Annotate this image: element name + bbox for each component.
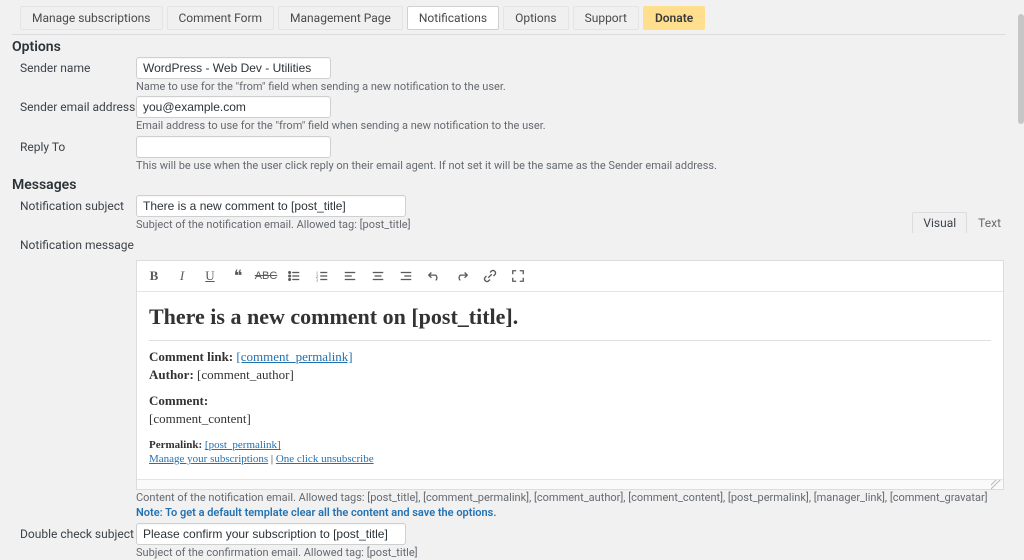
tab-management-page[interactable]: Management Page bbox=[278, 6, 403, 30]
align-center-icon[interactable] bbox=[369, 267, 387, 285]
editor-content[interactable]: There is a new comment on [post_title]. … bbox=[137, 292, 1003, 479]
bullet-list-icon[interactable] bbox=[285, 267, 303, 285]
hint-sender-email: Email address to use for the "from" fiel… bbox=[136, 119, 1004, 133]
permalink-label: Permalink: bbox=[149, 439, 202, 451]
hint-reply-to: This will be use when the user click rep… bbox=[136, 159, 1004, 173]
post-permalink-link[interactable]: [post_permalink] bbox=[205, 439, 281, 451]
page-scrollbar[interactable] bbox=[1018, 6, 1024, 513]
admin-tabs: Manage subscriptions Comment Form Manage… bbox=[20, 6, 1012, 30]
label-sender-email: Sender email address bbox=[6, 96, 136, 114]
hint-sender-name: Name to use for the "from" field when se… bbox=[136, 80, 1004, 94]
fullscreen-icon[interactable] bbox=[509, 267, 527, 285]
label-reply-to: Reply To bbox=[6, 136, 136, 154]
double-check-subject-input[interactable] bbox=[136, 523, 406, 545]
editor-tab-text[interactable]: Text bbox=[967, 212, 1012, 233]
link-icon[interactable] bbox=[481, 267, 499, 285]
editor-tab-visual[interactable]: Visual bbox=[912, 212, 967, 233]
bold-icon[interactable]: B bbox=[145, 267, 163, 285]
editor-heading: There is a new comment on [post_title]. bbox=[149, 304, 991, 330]
section-heading-messages: Messages bbox=[12, 177, 1012, 193]
editor-mode-tabs: Visual Text bbox=[912, 212, 1012, 233]
unsubscribe-link[interactable]: One click unsubscribe bbox=[276, 453, 374, 465]
comment-permalink-link[interactable]: [comment_permalink] bbox=[236, 349, 352, 364]
comment-value: [comment_content] bbox=[149, 411, 991, 427]
reply-to-input[interactable] bbox=[136, 136, 331, 158]
author-value: [comment_author] bbox=[197, 367, 294, 382]
hint-notification-message: Content of the notification email. Allow… bbox=[136, 491, 1004, 505]
editor-resize-handle[interactable] bbox=[137, 479, 1003, 489]
tab-manage-subscriptions[interactable]: Manage subscriptions bbox=[20, 6, 163, 30]
numbered-list-icon[interactable]: 123 bbox=[313, 267, 331, 285]
editor-toolbar: B I U ❝ ABC 123 bbox=[137, 261, 1003, 292]
italic-icon[interactable]: I bbox=[173, 267, 191, 285]
label-notification-subject: Notification subject bbox=[6, 195, 136, 213]
link-separator: | bbox=[268, 453, 276, 465]
strikethrough-icon[interactable]: ABC bbox=[257, 267, 275, 285]
tab-notifications[interactable]: Notifications bbox=[407, 6, 499, 30]
undo-icon[interactable] bbox=[425, 267, 443, 285]
label-double-check-subject: Double check subject bbox=[6, 523, 136, 541]
label-sender-name: Sender name bbox=[6, 57, 136, 75]
tab-options[interactable]: Options bbox=[503, 6, 569, 30]
align-right-icon[interactable] bbox=[397, 267, 415, 285]
tab-comment-form[interactable]: Comment Form bbox=[167, 6, 275, 30]
divider bbox=[12, 34, 1006, 35]
underline-icon[interactable]: U bbox=[201, 267, 219, 285]
hint-double-check-subject: Subject of the confirmation email. Allow… bbox=[136, 546, 1004, 560]
editor-divider bbox=[149, 340, 991, 341]
sender-name-input[interactable] bbox=[136, 57, 331, 79]
manage-subscriptions-link[interactable]: Manage your subscriptions bbox=[149, 453, 268, 465]
notification-subject-input[interactable] bbox=[136, 195, 406, 217]
svg-text:3: 3 bbox=[316, 277, 319, 282]
rich-text-editor: B I U ❝ ABC 123 There is a new com bbox=[136, 260, 1004, 490]
tab-donate[interactable]: Donate bbox=[643, 6, 705, 30]
align-left-icon[interactable] bbox=[341, 267, 359, 285]
comment-link-label: Comment link: bbox=[149, 349, 233, 364]
sender-email-input[interactable] bbox=[136, 96, 331, 118]
tab-support[interactable]: Support bbox=[573, 6, 639, 30]
hint-notification-message-note: Note: To get a default template clear al… bbox=[136, 506, 1004, 520]
section-heading-options: Options bbox=[12, 39, 1012, 55]
comment-label: Comment: bbox=[149, 393, 208, 408]
label-notification-message: Notification message bbox=[6, 234, 136, 252]
author-label: Author: bbox=[149, 367, 194, 382]
hint-notification-subject: Subject of the notification email. Allow… bbox=[136, 218, 1004, 232]
blockquote-icon[interactable]: ❝ bbox=[229, 267, 247, 285]
redo-icon[interactable] bbox=[453, 267, 471, 285]
